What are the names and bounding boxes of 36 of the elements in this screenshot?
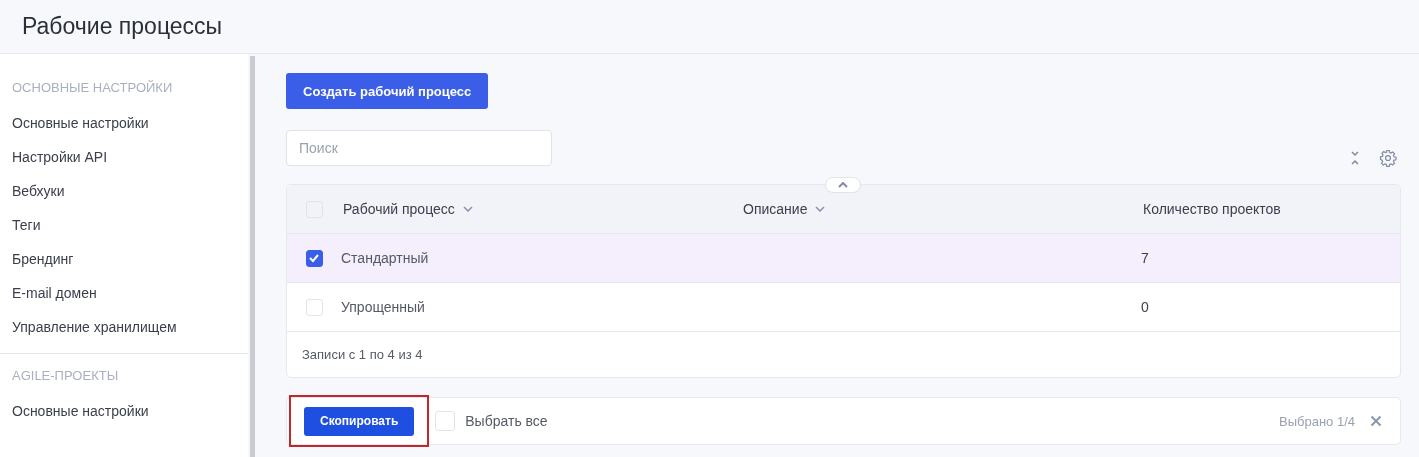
table-cell: Упрощенный bbox=[341, 299, 425, 315]
sidebar-item[interactable]: Вебхуки bbox=[12, 183, 248, 217]
page-title: Рабочие процессы bbox=[22, 13, 223, 40]
sidebar-item[interactable]: Настройки API bbox=[12, 149, 248, 183]
copy-button[interactable]: Скопировать bbox=[304, 406, 415, 436]
column-header[interactable]: Рабочий процесс bbox=[343, 201, 455, 217]
settings-icon[interactable] bbox=[1379, 149, 1397, 167]
column-header[interactable]: Количество проектов bbox=[1143, 201, 1281, 217]
sidebar-heading: AGILE-ПРОЕКТЫ bbox=[12, 368, 120, 383]
select-all-label[interactable]: Выбрать все bbox=[465, 413, 548, 429]
sidebar-item[interactable]: Брендинг bbox=[12, 251, 248, 285]
sidebar-item[interactable]: E-mail домен bbox=[12, 285, 248, 319]
table-cell: Стандартный bbox=[341, 250, 429, 266]
search-field[interactable]: Поиск bbox=[286, 130, 552, 166]
records-count: Записи с 1 по 4 из 4 bbox=[302, 347, 423, 362]
scrollbar[interactable] bbox=[250, 56, 255, 457]
sidebar-item[interactable]: Основные настройки bbox=[12, 115, 248, 149]
check-icon bbox=[308, 252, 320, 264]
table-cell: 7 bbox=[1141, 250, 1149, 266]
close-icon[interactable] bbox=[1370, 415, 1382, 427]
chevron-icon[interactable] bbox=[462, 206, 473, 212]
table-cell: 0 bbox=[1141, 299, 1149, 315]
table-row[interactable]: Стандартный 7 bbox=[287, 234, 1400, 283]
sidebar-item[interactable]: Управление хранилищем bbox=[12, 319, 248, 353]
table-row[interactable]: Упрощенный 0 bbox=[287, 283, 1400, 332]
sidebar-item[interactable]: Теги bbox=[12, 217, 248, 251]
column-header[interactable]: Описание bbox=[743, 201, 808, 217]
create-button[interactable]: Создать рабочий процесс bbox=[286, 73, 489, 109]
sidebar-heading: ОСНОВНЫЕ НАСТРОЙКИ bbox=[12, 80, 174, 95]
checkbox[interactable] bbox=[305, 249, 323, 267]
expand-collapse-icon[interactable] bbox=[1350, 150, 1360, 166]
selected-count: Выбрано 1/4 bbox=[1279, 413, 1355, 429]
collapse-button[interactable] bbox=[825, 177, 861, 193]
chevron-up-icon bbox=[838, 182, 848, 188]
chevron-icon[interactable] bbox=[815, 206, 826, 212]
sidebar-item[interactable]: Основные настройки bbox=[12, 403, 248, 437]
